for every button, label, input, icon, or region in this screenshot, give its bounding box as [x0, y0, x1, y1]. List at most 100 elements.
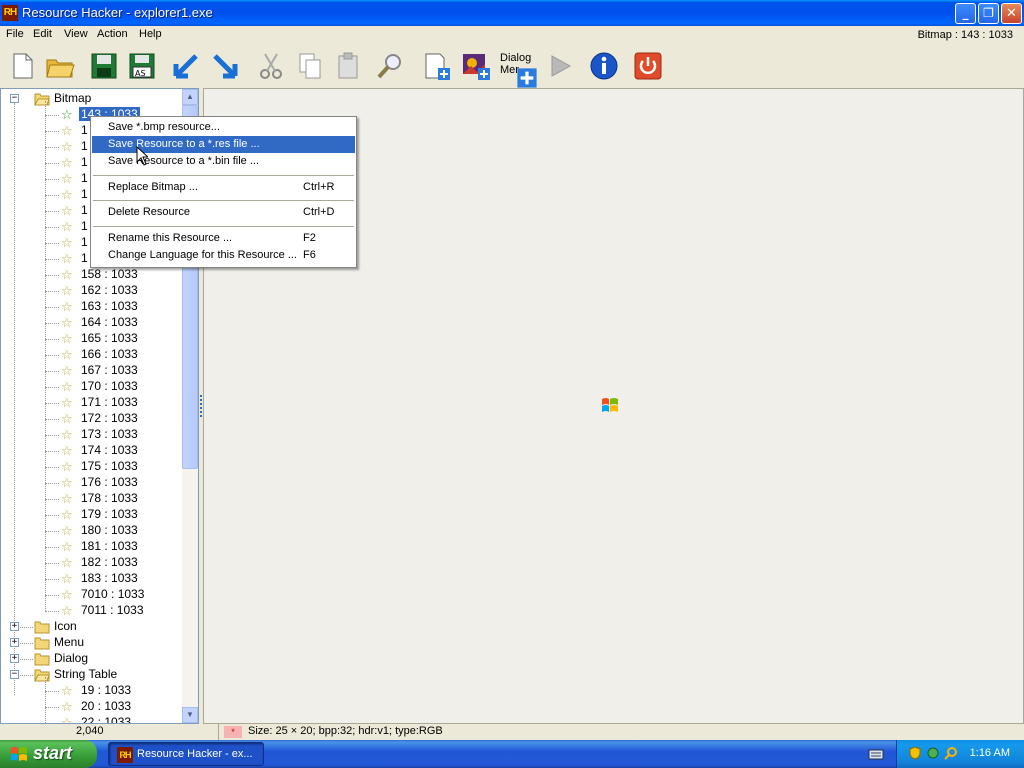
save-as-icon[interactable]: AS: [126, 50, 158, 82]
menu-replace-bitmap[interactable]: Replace Bitmap ... Ctrl+R: [92, 179, 355, 196]
menu-save-bmp[interactable]: Save *.bmp resource...: [92, 119, 355, 136]
tree-folder-bitmap[interactable]: Bitmap: [54, 91, 91, 105]
tree-item-bitmap[interactable]: 178 : 1033: [81, 491, 138, 505]
tree-item-bitmap[interactable]: 162 : 1033: [81, 283, 138, 297]
security-shield-icon[interactable]: [908, 746, 922, 760]
copy-icon[interactable]: [294, 50, 326, 82]
clock[interactable]: 1:16 AM: [970, 747, 1010, 759]
menu-change-language[interactable]: Change Language for this Resource ... F6: [92, 247, 355, 264]
tree-item-bitmap[interactable]: 180 : 1033: [81, 523, 138, 537]
tree-folder-menu[interactable]: Menu: [54, 635, 84, 649]
start-label: start: [33, 743, 73, 763]
bitmap-item-icon: ☆: [61, 683, 73, 698]
menu-delete-resource[interactable]: Delete Resource Ctrl+D: [92, 204, 355, 221]
tree-item-partial[interactable]: 1: [81, 155, 88, 169]
bitmap-item-icon: ☆: [61, 507, 73, 522]
icon-expand-toggle[interactable]: +: [10, 622, 19, 631]
tree-connector: [45, 131, 59, 132]
open-folder-icon[interactable]: [44, 50, 76, 82]
tree-item-bitmap[interactable]: 170 : 1033: [81, 379, 138, 393]
find-icon[interactable]: [374, 50, 406, 82]
tree-item-partial[interactable]: 1: [81, 123, 88, 137]
scroll-down-button[interactable]: ▼: [182, 707, 198, 723]
app-icon[interactable]: RH: [2, 5, 18, 21]
bitmap-item-icon: ☆: [61, 571, 73, 586]
tree-item-partial[interactable]: 1: [81, 139, 88, 153]
tree-item-string[interactable]: 19 : 1033: [81, 683, 131, 697]
tree-item-partial[interactable]: 1: [81, 235, 88, 249]
close-button[interactable]: ✕: [1001, 3, 1022, 24]
menu-save-bin[interactable]: Save Resource to a *.bin file ...: [92, 153, 355, 170]
export-arrow-icon[interactable]: [209, 50, 241, 82]
taskbar-item-resource-hacker[interactable]: RH Resource Hacker - ex...: [108, 742, 264, 766]
tree-connector: [45, 595, 59, 596]
tree-item-partial[interactable]: 1: [81, 187, 88, 201]
menu-edit[interactable]: Edit: [33, 28, 52, 40]
menu-expand-toggle[interactable]: +: [10, 638, 19, 647]
import-arrow-icon[interactable]: [170, 50, 202, 82]
menu-save-res[interactable]: Save Resource to a *.res file ...: [92, 136, 355, 153]
tree-item-bitmap[interactable]: 167 : 1033: [81, 363, 138, 377]
menu-rename-resource[interactable]: Rename this Resource ... F2: [92, 230, 355, 247]
tree-item-bitmap[interactable]: 182 : 1033: [81, 555, 138, 569]
menu-view[interactable]: View: [64, 28, 88, 40]
tree-folder-dialog[interactable]: Dialog: [54, 651, 88, 665]
tree-folder-icon[interactable]: Icon: [54, 619, 77, 633]
tree-item-bitmap[interactable]: 174 : 1033: [81, 443, 138, 457]
add-image-icon[interactable]: [460, 50, 492, 82]
power-exit-icon[interactable]: [632, 50, 664, 82]
search-tray-icon[interactable]: [944, 746, 958, 760]
add-resource-icon[interactable]: [420, 50, 452, 82]
string-table-expand-toggle[interactable]: −: [10, 670, 19, 679]
scroll-up-button[interactable]: ▲: [182, 89, 198, 105]
tree-item-bitmap[interactable]: 7010 : 1033: [81, 587, 144, 601]
cut-icon[interactable]: [255, 50, 287, 82]
tree-item-partial[interactable]: 1: [81, 251, 88, 265]
bitmap-item-icon: ☆: [61, 475, 73, 490]
tree-item-bitmap[interactable]: 158 : 1033: [81, 267, 138, 281]
paste-icon[interactable]: [333, 50, 365, 82]
status-bar: 2,040 * Size: 25 × 20; bpp:32; hdr:v1; t…: [0, 724, 1024, 740]
tree-item-partial[interactable]: 1: [81, 171, 88, 185]
tree-item-bitmap[interactable]: 183 : 1033: [81, 571, 138, 585]
run-script-icon[interactable]: [544, 50, 576, 82]
tree-item-bitmap[interactable]: 165 : 1033: [81, 331, 138, 345]
tree-item-bitmap[interactable]: 175 : 1033: [81, 459, 138, 473]
tree-item-bitmap[interactable]: 7011 : 1033: [81, 603, 144, 617]
tree-item-string[interactable]: 22 : 1033: [81, 715, 131, 723]
tree-item-string[interactable]: 20 : 1033: [81, 699, 131, 713]
new-file-icon[interactable]: [6, 50, 38, 82]
error-indicator-icon: *: [224, 726, 242, 738]
dialog-expand-toggle[interactable]: +: [10, 654, 19, 663]
menu-help[interactable]: Help: [139, 28, 162, 40]
save-icon[interactable]: [88, 50, 120, 82]
menu-action[interactable]: Action: [97, 28, 128, 40]
tree-connector: [45, 339, 59, 340]
tree-item-bitmap[interactable]: 163 : 1033: [81, 299, 138, 313]
network-icon[interactable]: [926, 746, 940, 760]
start-button[interactable]: start: [0, 740, 97, 768]
tree-item-bitmap[interactable]: 179 : 1033: [81, 507, 138, 521]
minimize-button[interactable]: _: [955, 3, 976, 24]
system-tray: 1:16 AM: [896, 740, 1024, 768]
tree-item-bitmap[interactable]: 176 : 1033: [81, 475, 138, 489]
tree-connector: [45, 227, 59, 228]
tree-item-bitmap[interactable]: 173 : 1033: [81, 427, 138, 441]
title-bar[interactable]: RH Resource Hacker - explorer1.exe _ ❐ ✕: [0, 0, 1024, 26]
info-icon[interactable]: [588, 50, 620, 82]
splitter-grip[interactable]: [200, 395, 202, 417]
tree-item-bitmap[interactable]: 181 : 1033: [81, 539, 138, 553]
tree-item-bitmap[interactable]: 171 : 1033: [81, 395, 138, 409]
tree-folder-string-table[interactable]: String Table: [54, 667, 117, 681]
bitmap-item-icon: ☆: [61, 587, 73, 602]
tree-item-bitmap[interactable]: 164 : 1033: [81, 315, 138, 329]
keyboard-icon[interactable]: [868, 747, 884, 761]
bitmap-item-icon: ☆: [61, 219, 73, 234]
tree-item-bitmap[interactable]: 166 : 1033: [81, 347, 138, 361]
tree-item-partial[interactable]: 1: [81, 203, 88, 217]
bitmap-collapse-toggle[interactable]: −: [10, 94, 19, 103]
maximize-button[interactable]: ❐: [978, 3, 999, 24]
tree-item-partial[interactable]: 1: [81, 219, 88, 233]
menu-file[interactable]: File: [6, 28, 24, 40]
tree-item-bitmap[interactable]: 172 : 1033: [81, 411, 138, 425]
